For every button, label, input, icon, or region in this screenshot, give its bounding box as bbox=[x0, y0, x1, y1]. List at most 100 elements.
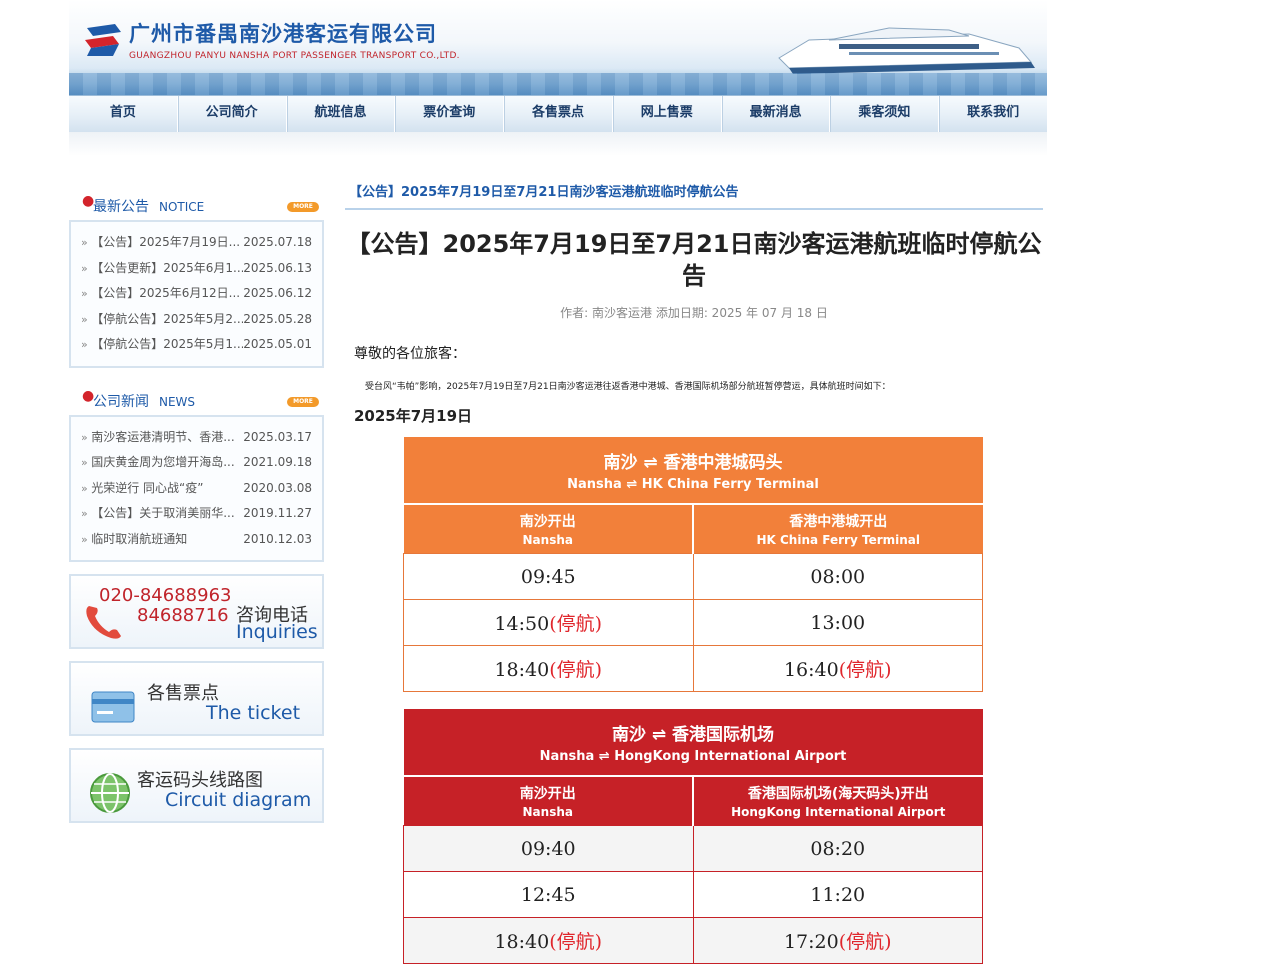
nav-item-passenger-notice[interactable]: 乘客须知 bbox=[830, 96, 940, 132]
ticket-card-icon bbox=[91, 691, 135, 723]
list-item-title: 南沙客运港清明节、香港... bbox=[81, 425, 234, 451]
col-header-en: Nansha bbox=[522, 805, 573, 819]
suspended-tag: (停航) bbox=[549, 613, 603, 635]
phone-number-1: 020-84688963 bbox=[99, 585, 232, 606]
list-item-date: 2010.12.03 bbox=[243, 531, 312, 546]
list-item[interactable]: 南沙客运港清明节、香港... 2025.03.17 bbox=[71, 425, 322, 451]
page-title: 【公告】2025年7月19日至7月21日南沙客运港航班临时停航公告 bbox=[346, 230, 1042, 290]
time: 09:45 bbox=[520, 565, 576, 588]
list-item[interactable]: 【公告】关于取消美丽华... 2019.11.27 bbox=[71, 501, 322, 527]
list-item-date: 2025.05.28 bbox=[243, 311, 312, 326]
list-item[interactable]: 【公告】2025年6月12日...2025.06.12 bbox=[71, 281, 322, 307]
nav-item-ticket-offices[interactable]: 各售票点 bbox=[504, 96, 613, 132]
time: 16:40 bbox=[783, 659, 839, 681]
schedule-table-china-ferry: 南沙 ⇌ 香港中港城码头 Nansha ⇌ HK China Ferry Ter… bbox=[403, 437, 983, 692]
list-item[interactable]: 【公告更新】2025年6月1...2025.06.13 bbox=[71, 256, 322, 282]
col-header-nansha: 南沙开出 Nansha bbox=[403, 776, 694, 826]
time: 09:40 bbox=[520, 837, 576, 860]
time-cell: 12:45 bbox=[403, 871, 694, 918]
time-cell: 18:40(停航) bbox=[403, 917, 694, 964]
list-item-title: 【公告】2025年6月12日... bbox=[81, 281, 240, 307]
nav-item-online-booking[interactable]: 网上售票 bbox=[613, 96, 722, 132]
route-en: Nansha ⇌ HK China Ferry Terminal bbox=[567, 477, 819, 492]
nav-item-news[interactable]: 最新消息 bbox=[722, 96, 831, 132]
phone-banner[interactable]: 020-84688963 84688716 咨询电话 Inquiries bbox=[69, 574, 324, 649]
list-item-title: 临时取消航班通知 bbox=[81, 527, 187, 553]
col-header-nansha: 南沙开出 Nansha bbox=[403, 504, 694, 554]
table-header-route: 南沙 ⇌ 香港国际机场 Nansha ⇌ HongKong Internatio… bbox=[403, 709, 983, 776]
table-header-columns: 南沙开出 Nansha 香港国际机场(海天码头)开出 HongKong Inte… bbox=[403, 776, 983, 826]
time: 08:00 bbox=[810, 565, 866, 588]
news-title-cn: 公司新闻 bbox=[93, 393, 149, 410]
table-row: 14:50(停航) 13:00 bbox=[403, 599, 983, 646]
time-cell: 14:50(停航) bbox=[403, 599, 694, 646]
main-nav: 首页 公司简介 航班信息 票价查询 各售票点 网上售票 最新消息 乘客须知 联系… bbox=[69, 95, 1047, 133]
news-more-button[interactable]: MORE bbox=[287, 396, 319, 407]
list-item-date: 2020.03.08 bbox=[243, 480, 312, 495]
suspended-tag: (停航) bbox=[549, 931, 603, 953]
route-header: 南沙 ⇌ 香港国际机场 Nansha ⇌ HongKong Internatio… bbox=[404, 709, 983, 776]
route-en: Nansha ⇌ HongKong International Airport bbox=[539, 749, 847, 764]
list-item[interactable]: 【公告】2025年7月19日...2025.07.18 bbox=[71, 230, 322, 256]
news-title-en: NEWS bbox=[159, 394, 196, 409]
table-row: 12:45 11:20 bbox=[403, 871, 983, 918]
time-cell: 18:40(停航) bbox=[403, 645, 694, 692]
circuit-banner[interactable]: 客运码头线路图 Circuit diagram bbox=[69, 748, 324, 823]
list-item-date: 2019.11.27 bbox=[243, 506, 312, 520]
list-item[interactable]: 临时取消航班通知 2010.12.03 bbox=[71, 527, 322, 553]
col-header-hk: 香港中港城开出 HK China Ferry Terminal bbox=[693, 504, 983, 554]
schedule-date: 2025年7月19日 bbox=[354, 407, 473, 425]
table-row: 18:40(停航) 17:20(停航) bbox=[403, 917, 983, 964]
list-item-title: 国庆黄金周为您增开海岛... bbox=[81, 450, 234, 476]
inquiries-label-en: Inquiries bbox=[236, 621, 318, 643]
list-item-date: 2025.06.13 bbox=[243, 260, 312, 275]
suspended-tag: (停航) bbox=[838, 931, 892, 953]
time-cell: 09:45 bbox=[403, 553, 694, 600]
time: 18:40 bbox=[494, 931, 550, 953]
time: 13:00 bbox=[810, 611, 866, 634]
nav-item-schedule[interactable]: 航班信息 bbox=[287, 96, 396, 132]
article-main: 【公告】2025年7月19日至7月21日南沙客运港航班临时停航公告 【公告】20… bbox=[345, 178, 1043, 964]
list-item-date: 2021.09.18 bbox=[243, 455, 312, 469]
route-cn: 南沙 ⇌ 香港国际机场 bbox=[611, 725, 775, 745]
time: 08:20 bbox=[810, 837, 866, 860]
notice-title-en: NOTICE bbox=[159, 200, 205, 214]
time-cell: 16:40(停航) bbox=[692, 645, 983, 692]
nav-item-fares[interactable]: 票价查询 bbox=[395, 96, 505, 132]
notice-list: 【公告】2025年7月19日...2025.07.18 【公告更新】2025年6… bbox=[69, 220, 324, 368]
list-item-title: 光荣逆行 同心战“疫” bbox=[81, 476, 203, 502]
list-item[interactable]: 国庆黄金周为您增开海岛... 2021.09.18 bbox=[71, 450, 322, 476]
col-header-cn: 南沙开出 bbox=[519, 514, 576, 530]
list-item-date: 2025.05.01 bbox=[243, 337, 312, 351]
time-cell: 17:20(停航) bbox=[692, 917, 983, 964]
company-name-cn: 广州市番禺南沙港客运有限公司 bbox=[129, 22, 437, 46]
time: 14:50 bbox=[494, 613, 550, 635]
notice-more-button[interactable]: MORE bbox=[287, 202, 319, 212]
circuit-label-en: Circuit diagram bbox=[165, 789, 312, 811]
site-header: 广州市番禺南沙港客运有限公司 GUANGZHOU PANYU NANSHA PO… bbox=[69, 0, 1047, 95]
company-name-en: GUANGZHOU PANYU NANSHA PORT PASSENGER TR… bbox=[129, 51, 460, 61]
time-cell: 09:40 bbox=[403, 825, 694, 872]
nav-item-contact[interactable]: 联系我们 bbox=[939, 96, 1047, 132]
ticket-banner[interactable]: 各售票点 The ticket bbox=[69, 661, 324, 736]
breadcrumb[interactable]: 【公告】2025年7月19日至7月21日南沙客运港航班临时停航公告 bbox=[345, 178, 1043, 210]
time: 17:20 bbox=[783, 931, 839, 953]
list-item[interactable]: 光荣逆行 同心战“疫” 2020.03.08 bbox=[71, 476, 322, 502]
time-cell: 13:00 bbox=[692, 599, 983, 646]
route-cn: 南沙 ⇌ 香港中港城码头 bbox=[603, 453, 783, 473]
news-header: ● 公司新闻 NEWS MORE bbox=[69, 385, 324, 415]
list-item[interactable]: 【停航公告】2025年5月1...2025.05.01 bbox=[71, 332, 322, 358]
nav-shadow bbox=[69, 132, 1047, 156]
nav-item-home[interactable]: 首页 bbox=[69, 96, 178, 132]
time: 18:40 bbox=[494, 659, 550, 681]
list-item-title: 【公告】关于取消美丽华... bbox=[81, 501, 234, 527]
time-cell: 08:00 bbox=[692, 553, 983, 600]
company-logo-icon[interactable] bbox=[83, 22, 123, 58]
suspended-tag: (停航) bbox=[549, 659, 603, 681]
notice-title-cn: 最新公告 bbox=[93, 199, 149, 215]
list-item-title: 【公告更新】2025年6月1... bbox=[81, 256, 243, 282]
nav-item-about[interactable]: 公司简介 bbox=[178, 96, 287, 132]
list-item[interactable]: 【停航公告】2025年5月2...2025.05.28 bbox=[71, 307, 322, 333]
col-header-en: HongKong International Airport bbox=[731, 805, 946, 819]
notice-header: ● 最新公告 NOTICE MORE bbox=[69, 190, 324, 220]
